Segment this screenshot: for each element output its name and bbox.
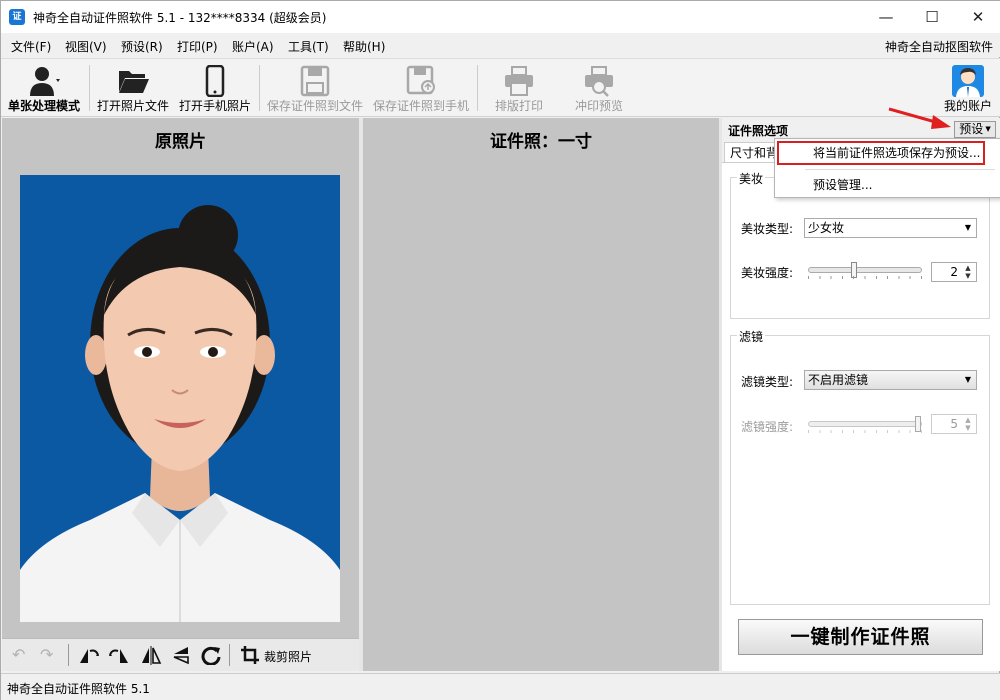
open-phone-button[interactable]: 打开手机照片 [175, 59, 255, 117]
preset-dropdown-menu: 将当前证件照选项保存为预设... 预设管理... [774, 138, 1000, 198]
status-text: 神奇全自动证件照软件 5.1 [7, 682, 150, 696]
photo-edit-toolbar: ↶ ↷ 裁剪照片 [2, 638, 359, 671]
undo-icon[interactable]: ↶ [12, 645, 25, 665]
menu-account[interactable]: 账户(A) [232, 38, 274, 55]
portrait-image [20, 175, 340, 622]
makeup-type-select[interactable]: 少女妆 ▼ [804, 218, 977, 238]
chevron-down-icon: ▼ [964, 223, 971, 232]
options-title: 证件照选项 [728, 124, 789, 138]
open-phone-label: 打开手机照片 [178, 99, 251, 113]
menu-help[interactable]: 帮助(H) [343, 38, 385, 55]
print-preview-button[interactable]: 冲印预览 [561, 59, 637, 117]
folder-open-icon [119, 71, 149, 93]
app-icon: 证 [9, 9, 25, 25]
save-to-phone-icon [406, 65, 435, 95]
makeup-group: 美妆 美妆类型: 少女妆 ▼ 美妆强度: 2 ▲ ▼ [730, 170, 990, 319]
toolbar-divider [477, 65, 478, 111]
filter-strength-slider[interactable] [808, 416, 922, 432]
title-bar: 证 神奇全自动证件照软件 5.1 - 132****8334 (超级会员) — … [1, 1, 1000, 33]
preset-button-label: 预设 [959, 122, 984, 136]
spin-arrows-icon[interactable]: ▲ ▼ [962, 416, 974, 432]
tool-divider [229, 644, 230, 666]
filter-group-title: 滤镜 [737, 328, 766, 345]
makeup-strength-spinbox[interactable]: 2 ▲ ▼ [931, 262, 977, 282]
filter-strength-value: 5 [950, 417, 958, 431]
options-tab-body: 美妆 美妆类型: 少女妆 ▼ 美妆强度: 2 ▲ ▼ 滤镜 滤镜类型: 不启用滤… [722, 162, 1000, 671]
flip-horizontal-icon[interactable] [140, 645, 162, 665]
spin-arrows-icon[interactable]: ▲ ▼ [962, 264, 974, 280]
filter-strength-spinbox[interactable]: 5 ▲ ▼ [931, 414, 977, 434]
id-photo-options-panel: 证件照选项 预设 ▼ 尺寸和背 美妆 美妆类型: 少女妆 ▼ 美妆强度: 2 ▲… [722, 118, 1000, 671]
filter-type-value: 不启用滤镜 [808, 373, 869, 387]
save-as-preset-item[interactable]: 将当前证件照选项保存为预设... [777, 141, 985, 165]
person-icon [30, 67, 60, 96]
menu-separator [805, 169, 995, 170]
make-id-photo-button[interactable]: 一键制作证件照 [738, 619, 983, 655]
layout-print-button[interactable]: 排版打印 [481, 59, 557, 117]
crop-photo-button[interactable]: 裁剪照片 [264, 648, 312, 665]
open-file-button[interactable]: 打开照片文件 [93, 59, 173, 117]
id-photo-panel: 证件照：一寸 [363, 118, 719, 671]
makeup-strength-value: 2 [950, 265, 958, 279]
single-mode-label: 单张处理模式 [7, 99, 80, 113]
menu-bar: 文件(F) 视图(V) 预设(R) 打印(P) 账户(A) 工具(T) 帮助(H… [1, 33, 1000, 57]
window-title: 神奇全自动证件照软件 5.1 - 132****8334 (超级会员) [33, 11, 327, 25]
dropdown-arrow-icon: ▼ [983, 125, 991, 133]
menu-print[interactable]: 打印(P) [177, 38, 218, 55]
rotate-left-icon[interactable] [78, 645, 100, 665]
slider-ticks [808, 430, 922, 433]
filter-type-label: 滤镜类型: [741, 375, 794, 389]
phone-icon [205, 65, 225, 97]
layout-print-label: 排版打印 [494, 99, 543, 113]
save-to-phone-button[interactable]: 保存证件照到手机 [369, 59, 473, 117]
save-to-phone-label: 保存证件照到手机 [372, 99, 469, 113]
original-photo[interactable] [20, 175, 340, 622]
id-photo-title: 证件照：一寸 [490, 132, 592, 152]
flip-vertical-icon[interactable] [170, 645, 192, 665]
toolbar: 单张处理模式 打开照片文件 打开手机照片 保存证件照到文件 保存证件照到手机 排… [1, 58, 1000, 117]
save-disk-icon [300, 65, 330, 97]
makeup-strength-slider[interactable] [808, 262, 922, 278]
close-button[interactable]: ✕ [955, 1, 1000, 33]
menu-view[interactable]: 视图(V) [65, 38, 107, 55]
preset-menu-button[interactable]: 预设 ▼ [954, 121, 996, 138]
toolbar-divider [89, 65, 90, 111]
rotate-right-icon[interactable] [108, 645, 130, 665]
print-preview-label: 冲印预览 [574, 99, 623, 113]
manage-presets-item[interactable]: 预设管理... [775, 173, 1000, 197]
cutout-software-link[interactable]: 神奇全自动抠图软件 [885, 38, 993, 55]
open-file-label: 打开照片文件 [96, 99, 169, 113]
reset-rotation-icon[interactable] [200, 645, 222, 666]
makeup-type-value: 少女妆 [808, 221, 845, 235]
filter-strength-label: 滤镜强度: [741, 420, 794, 434]
annotation-arrow-icon [888, 107, 951, 129]
redo-icon[interactable]: ↷ [40, 645, 53, 665]
menu-preset[interactable]: 预设(R) [121, 38, 163, 55]
tool-divider [68, 644, 69, 666]
minimize-button[interactable]: — [863, 1, 909, 33]
slider-ticks [808, 276, 922, 279]
original-photo-panel: 原照片 ↶ ↷ 裁剪照片 [2, 118, 359, 671]
makeup-type-label: 美妆类型: [741, 222, 794, 236]
save-to-file-label: 保存证件照到文件 [266, 99, 363, 113]
save-to-file-button[interactable]: 保存证件照到文件 [263, 59, 367, 117]
menu-file[interactable]: 文件(F) [11, 38, 51, 55]
toolbar-divider [259, 65, 260, 111]
maximize-button[interactable]: ☐ [909, 1, 955, 33]
original-photo-title: 原照片 [155, 132, 206, 152]
makeup-strength-label: 美妆强度: [741, 266, 794, 280]
print-preview-icon [585, 66, 613, 97]
filter-group: 滤镜 滤镜类型: 不启用滤镜 ▼ 滤镜强度: 5 ▲ ▼ [730, 328, 990, 605]
single-mode-button[interactable]: 单张处理模式 [5, 59, 83, 117]
printer-icon [505, 66, 533, 96]
filter-type-select[interactable]: 不启用滤镜 ▼ [804, 370, 977, 390]
chevron-down-icon: ▼ [964, 375, 971, 384]
menu-tools[interactable]: 工具(T) [288, 38, 329, 55]
app-window: 证 神奇全自动证件照软件 5.1 - 132****8334 (超级会员) — … [0, 0, 1000, 700]
status-bar: 神奇全自动证件照软件 5.1 [1, 673, 1000, 700]
crop-icon[interactable] [240, 645, 260, 665]
user-avatar-icon [952, 65, 984, 97]
makeup-group-title: 美妆 [737, 170, 766, 187]
